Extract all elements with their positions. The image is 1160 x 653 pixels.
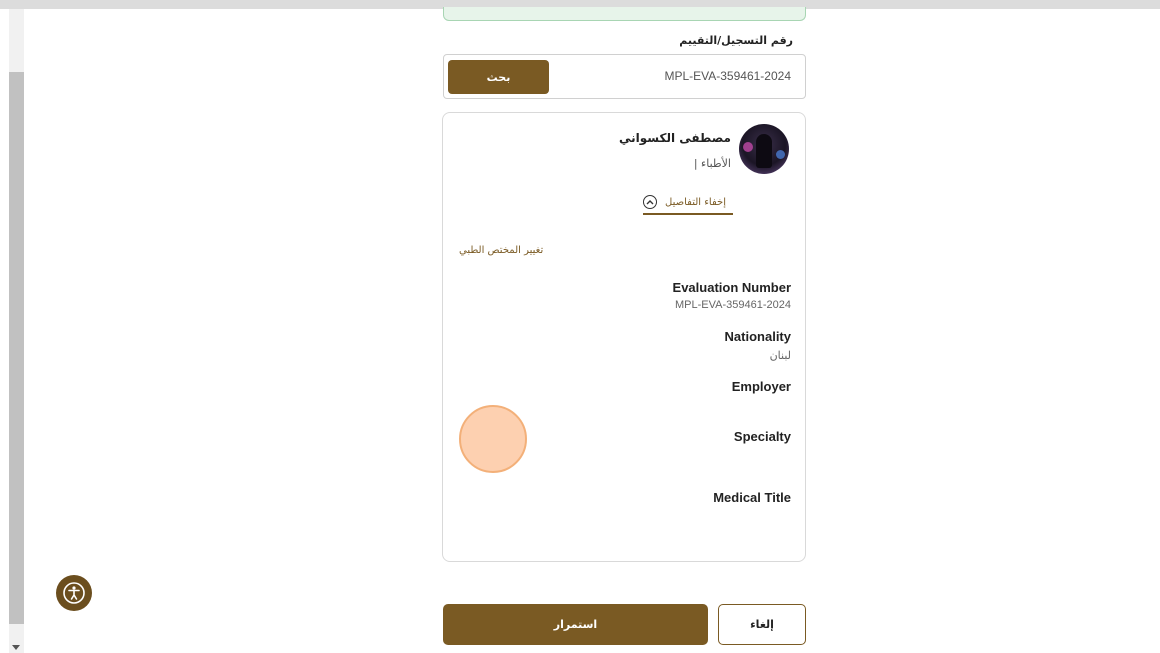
accessibility-button[interactable] — [56, 575, 92, 611]
hide-details-toggle[interactable]: إخفاء التفاصيل — [643, 191, 733, 215]
evaluation-number-label: Evaluation Number — [672, 280, 791, 295]
accessibility-icon — [63, 582, 85, 604]
success-alert-strip — [443, 7, 806, 21]
search-button[interactable]: بحث — [448, 60, 549, 94]
nationality-value: لبنان — [769, 350, 791, 362]
cancel-button[interactable]: إلغاء — [718, 604, 806, 645]
hide-details-label: إخفاء التفاصيل — [665, 196, 726, 208]
nationality-label: Nationality — [724, 329, 791, 344]
change-medical-professional-link[interactable]: تغيير المختص الطبي — [459, 245, 543, 256]
scrollbar-thumb[interactable] — [9, 72, 24, 624]
touch-indicator — [459, 405, 527, 473]
professional-avatar — [739, 124, 789, 174]
continue-button[interactable]: استمرار — [443, 604, 708, 645]
evaluation-number-value: MPL-EVA-359461-2024 — [675, 299, 791, 311]
scroll-down-arrow-icon[interactable] — [12, 645, 20, 650]
registration-search-field[interactable]: MPL-EVA-359461-2024 بحث — [443, 54, 806, 99]
chevron-up-icon — [643, 195, 657, 209]
medical-title-label: Medical Title — [713, 490, 791, 505]
professional-category: الأطباء | — [693, 157, 731, 170]
professional-details-card: مصطفى الكسواني الأطباء | إخفاء التفاصيل … — [442, 112, 806, 562]
employer-label: Employer — [731, 379, 791, 394]
page-scrollbar[interactable] — [9, 9, 24, 653]
specialty-label: Specialty — [733, 429, 791, 444]
registration-number-label: رقم التسجيل/التقييم — [679, 34, 793, 47]
professional-name: مصطفى الكسواني — [619, 131, 731, 145]
registration-number-input[interactable]: MPL-EVA-359461-2024 — [664, 69, 791, 83]
